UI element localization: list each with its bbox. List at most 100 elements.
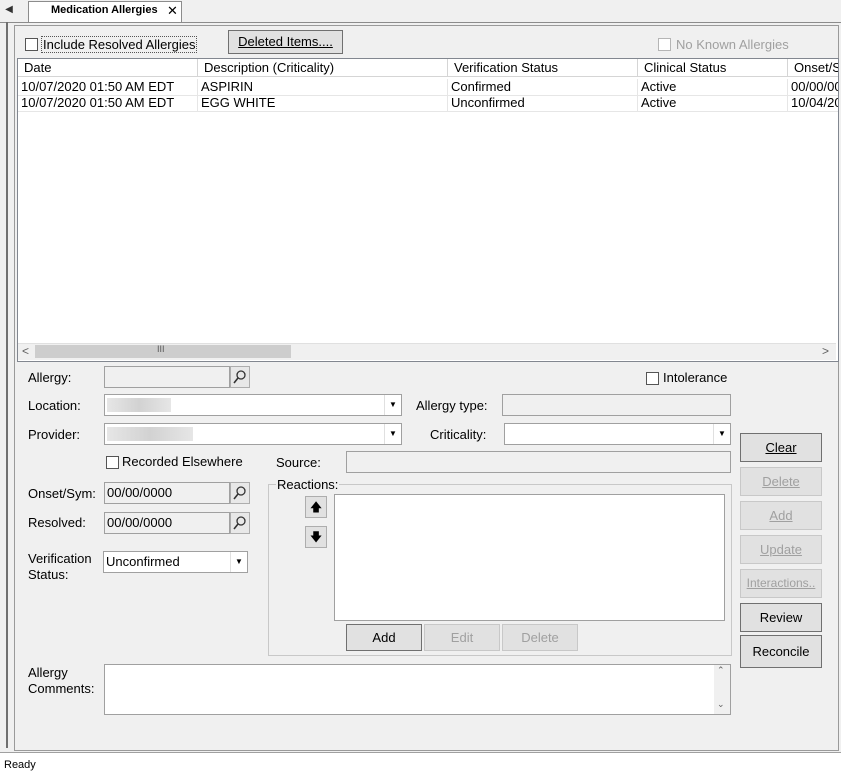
tab-scroll-left-icon[interactable]: ◀ [2, 2, 16, 18]
cell-date: 10/07/2020 01:50 AM EDT [18, 79, 198, 95]
comments-scrollbar[interactable]: ⌃ ⌄ [714, 665, 730, 714]
provider-value-redacted [107, 427, 193, 441]
deleted-items-label: Deleted Items.... [238, 34, 333, 49]
add-label: Add [769, 508, 793, 523]
tab-medication-allergies[interactable]: Medication Allergies ✕ [28, 1, 182, 22]
allergy-field[interactable] [104, 366, 230, 388]
resolved-field[interactable]: 00/00/0000 [104, 512, 230, 534]
verification-status-value: Unconfirmed [106, 554, 180, 569]
recorded-elsewhere-checkbox[interactable] [106, 456, 119, 469]
left-divider [6, 22, 8, 748]
cell-clinical: Active [638, 79, 788, 95]
cell-clinical: Active [638, 95, 788, 111]
column-header-date[interactable]: Date [18, 59, 198, 77]
cell-description: EGG WHITE [198, 95, 448, 111]
reaction-delete-button[interactable]: Delete [502, 624, 578, 651]
delete-label: Delete [762, 474, 800, 489]
column-header-clinical[interactable]: Clinical Status [638, 59, 788, 77]
criticality-select[interactable]: ▼ [504, 423, 731, 445]
scrollbar-thumb[interactable]: III [35, 344, 291, 358]
chevron-down-icon[interactable]: ▼ [713, 424, 730, 444]
source-label: Source: [276, 455, 321, 470]
reaction-edit-button[interactable]: Edit [424, 624, 500, 651]
verification-status-select[interactable]: Unconfirmed ▼ [103, 551, 248, 573]
cell-onset: 10/04/20 [791, 95, 838, 110]
cell-onset: 00/00/00 [791, 79, 838, 94]
cell-description: ASPIRIN [198, 79, 448, 95]
table-row[interactable]: 10/07/2020 01:50 AM EDT ASPIRIN Confirme… [18, 79, 838, 96]
allergy-comments-textarea[interactable]: ⌃ ⌄ [104, 664, 731, 715]
onset-field[interactable]: 00/00/0000 [104, 482, 230, 504]
resolved-lookup-button[interactable] [230, 512, 250, 534]
arrow-up-icon: 🡅 [309, 500, 323, 514]
criticality-label: Criticality: [430, 427, 487, 442]
onset-lookup-button[interactable] [230, 482, 250, 504]
provider-label: Provider: [28, 427, 81, 442]
recorded-elsewhere-label: Recorded Elsewhere [122, 454, 243, 469]
verification-label-line1: Verification [28, 551, 92, 566]
chevron-down-icon[interactable]: ▼ [384, 424, 401, 444]
clear-button[interactable]: Clear [740, 433, 822, 462]
column-header-verification[interactable]: Verification Status [448, 59, 638, 77]
provider-select[interactable]: ▼ [104, 423, 402, 445]
intolerance-checkbox[interactable] [646, 372, 659, 385]
search-icon [233, 370, 246, 384]
update-button[interactable]: Update [740, 535, 822, 564]
chevron-down-icon[interactable]: ▼ [230, 552, 247, 572]
scroll-grip-icon: III [157, 344, 165, 354]
delete-button[interactable]: Delete [740, 467, 822, 496]
allergy-type-field[interactable] [502, 394, 731, 416]
include-resolved-checkbox[interactable] [25, 38, 38, 51]
reaction-add-button[interactable]: Add [346, 624, 422, 651]
location-value-redacted [107, 398, 171, 412]
no-known-allergies-checkbox[interactable] [658, 38, 671, 51]
scroll-down-icon[interactable]: ⌄ [717, 699, 725, 710]
search-icon [233, 516, 246, 530]
resolved-label: Resolved: [28, 515, 86, 530]
arrow-down-icon: 🡇 [309, 530, 323, 544]
allergy-label: Allergy: [28, 370, 72, 385]
column-header-description[interactable]: Description (Criticality) [198, 59, 448, 77]
comments-label-line1: Allergy [28, 665, 68, 680]
no-known-allergies-label: No Known Allergies [676, 37, 789, 52]
chevron-down-icon[interactable]: ▼ [384, 395, 401, 415]
comments-label-line2: Comments: [28, 681, 95, 696]
scroll-up-icon[interactable]: ⌃ [717, 665, 725, 676]
reactions-label: Reactions: [276, 477, 340, 492]
cell-verification: Confirmed [448, 79, 638, 95]
update-label: Update [760, 542, 802, 557]
cell-verification: Unconfirmed [448, 95, 638, 111]
tab-label: Medication Allergies [51, 4, 158, 16]
allergy-lookup-button[interactable] [230, 366, 250, 388]
intolerance-label: Intolerance [663, 370, 728, 385]
reconcile-button[interactable]: Reconcile [740, 635, 822, 668]
reactions-list[interactable] [334, 494, 725, 621]
move-down-button[interactable]: 🡇 [305, 526, 327, 548]
review-button[interactable]: Review [740, 603, 822, 632]
move-up-button[interactable]: 🡅 [305, 496, 327, 518]
scroll-right-icon[interactable]: > [822, 344, 829, 358]
interactions-label: Interactions.. [746, 576, 816, 590]
search-icon [233, 486, 246, 500]
interactions-button[interactable]: Interactions.. [740, 569, 822, 598]
column-header-onset[interactable]: Onset/S [788, 59, 838, 77]
close-icon[interactable]: ✕ [167, 3, 178, 19]
status-text: Ready [4, 759, 36, 771]
scroll-left-icon[interactable]: < [22, 344, 29, 358]
clear-label: Clear [765, 440, 797, 455]
location-label: Location: [28, 398, 81, 413]
include-resolved-label[interactable]: Include Resolved Allergies [41, 36, 198, 53]
verification-label-line2: Status: [28, 567, 69, 582]
deleted-items-button[interactable]: Deleted Items.... [228, 30, 343, 54]
add-button[interactable]: Add [740, 501, 822, 530]
allergy-grid[interactable]: Date Description (Criticality) Verificat… [17, 58, 839, 362]
cell-date: 10/07/2020 01:50 AM EDT [18, 95, 198, 111]
allergy-type-label: Allergy type: [416, 398, 488, 413]
table-row[interactable]: 10/07/2020 01:50 AM EDT EGG WHITE Unconf… [18, 95, 838, 112]
tab-strip: ◀ Medication Allergies ✕ [0, 0, 841, 23]
onset-label: Onset/Sym: [28, 486, 96, 501]
status-bar: Ready [0, 752, 841, 775]
source-field[interactable] [346, 451, 731, 473]
location-select[interactable]: ▼ [104, 394, 402, 416]
horizontal-scrollbar[interactable]: < III > [18, 343, 836, 360]
